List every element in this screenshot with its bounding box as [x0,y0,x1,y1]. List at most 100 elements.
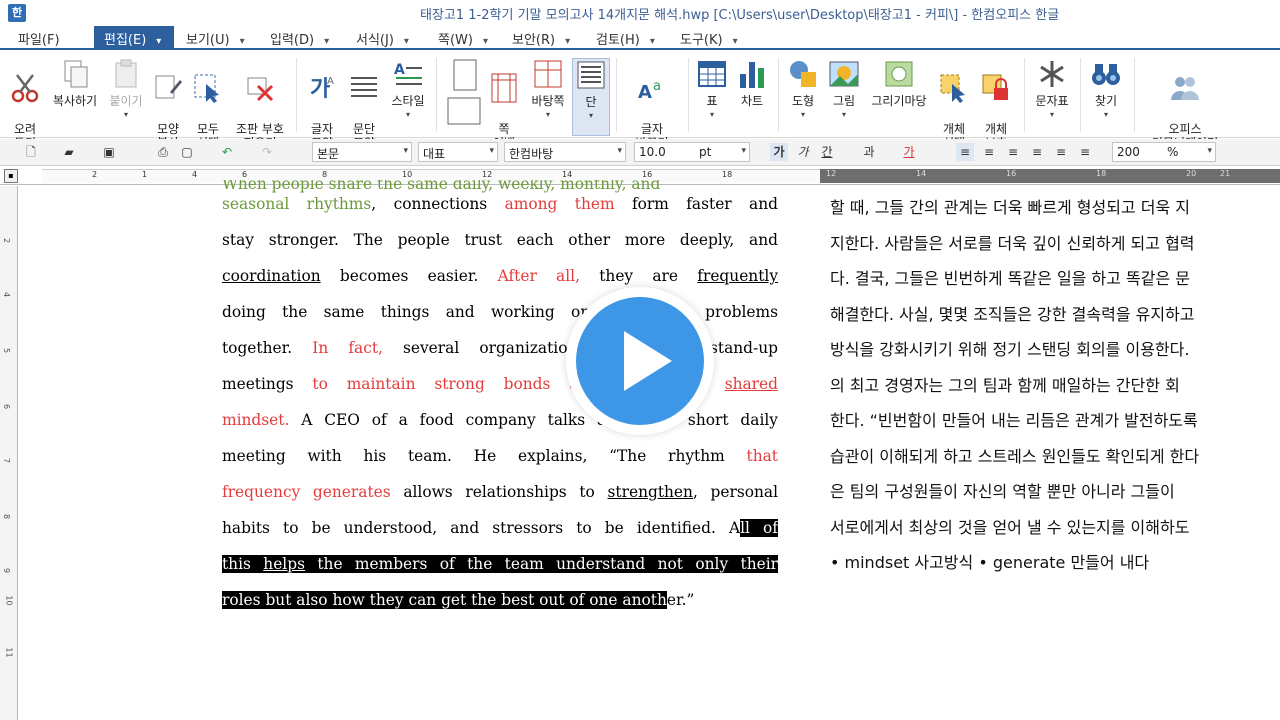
page-orientation-button[interactable] [442,58,482,132]
video-play-button[interactable] [566,287,714,435]
separator [688,58,689,132]
clipart-icon [883,58,915,90]
select-all-button[interactable]: 모두 선택 [190,58,226,150]
font-lang-select[interactable]: 대표 ▾ [418,142,498,162]
people-icon [1169,72,1201,104]
char-shape-button[interactable]: 가A 글자 모양 [302,58,342,150]
ruler-corner[interactable]: ▪ [4,169,18,183]
menu-format[interactable]: 서식(J) ▾ [356,29,409,48]
english-line[interactable]: this helps the members of the team under… [222,546,778,582]
italic-button[interactable]: 가 [794,143,812,161]
text-run: shared [724,375,778,393]
asterisk-icon [1036,58,1068,90]
korean-line[interactable]: 서로에게서 최상의 것을 얻어 낼 수 있는지를 이해하도 [830,510,1280,546]
selected-text: the members of the team understand not o… [304,555,778,573]
menu-security[interactable]: 보안(R) ▾ [512,29,570,48]
format-copy-button[interactable]: 모양 복사 [150,58,186,150]
remove-symbols-button[interactable]: 조판 부호 지우기 [230,58,290,150]
change-char-button[interactable]: Aa 글자 바꾸기 [624,58,680,150]
align-justify-button[interactable]: ≡ [956,143,974,161]
korean-line[interactable]: 은 팀의 구성원들이 자신의 역할 뿐만 아니라 그들이 [830,474,1280,510]
menu-page[interactable]: 쪽(W) ▾ [438,29,488,48]
vocab-line[interactable]: • mindset 사고방식 • generate 만들어 내다 [830,545,1280,581]
office-communicator-button[interactable]: 오피스 커뮤니케이터 [1140,58,1230,150]
english-line[interactable]: frequency generates allows relationships… [222,474,778,510]
korean-line[interactable]: 습관이 이해되게 하고 스트레스 원인들도 확인되게 한다 [830,439,1280,475]
korean-line[interactable]: 의 최고 경영자는 그의 팀과 함께 매일하는 간단한 회 [830,368,1280,404]
preview-icon[interactable]: ▢ [178,143,196,161]
undo-icon[interactable]: ↶ [218,143,236,161]
korean-text-column[interactable]: 할 때, 그들 간의 관계는 더욱 빠르게 형성되고 더욱 지 지한다. 사람들은… [830,190,1280,581]
align-distribute-button[interactable]: ≡ [1052,143,1070,161]
open-folder-icon[interactable]: ▰ [60,143,78,161]
menu-edit[interactable]: 편집(E) ▾ [94,26,174,50]
columns-icon [575,59,607,91]
para-shape-button[interactable]: 문단 모양 [344,58,384,150]
chart-button[interactable]: 차트 [734,58,770,108]
strikethrough-button[interactable]: 과 [860,143,878,161]
style-select[interactable]: 본문 ▾ [312,142,412,162]
hwp-app-icon[interactable]: 한 [8,4,26,22]
ruler-right-column[interactable]: 12 14 16 18 20 21 [820,169,1280,183]
english-line[interactable]: habits to be understood, and stressors t… [222,510,778,546]
table-button[interactable]: 표 ▾ [694,58,730,122]
shape-button[interactable]: 도형 ▾ [786,58,820,122]
english-line[interactable]: stay stronger. The people trust each oth… [222,222,778,258]
paste-button[interactable]: 붙이기 ▾ [106,58,146,122]
cut-button[interactable]: 오려 두기 [6,58,44,150]
page-icon [446,58,481,128]
align-center-button[interactable]: ≡ [1004,143,1022,161]
korean-line[interactable]: 지한다. 사람들은 서로를 더욱 깊이 신뢰하게 되고 협력 [830,226,1280,262]
bold-button[interactable]: 가 [770,143,788,161]
separator [1080,58,1081,132]
format-painter-icon [152,72,184,104]
text-run: mindset. [222,411,290,429]
print-icon[interactable]: ⎙ [154,143,172,161]
menu-file[interactable]: 파일(F) [18,29,60,48]
find-button[interactable]: 찾기 ▾ [1086,58,1126,122]
draw-madang-button[interactable]: 그리기마당 [866,58,932,108]
english-line[interactable]: meeting with his team. He explains, “The… [222,438,778,474]
menu-review[interactable]: 검토(H) ▾ [596,29,655,48]
selected-text: this [222,555,264,573]
align-divide-button[interactable]: ≡ [1076,143,1094,161]
chevron-down-icon: ▾ [239,36,245,47]
copy-button[interactable]: 복사하기 [48,58,102,108]
style-button[interactable]: A 스타일 ▾ [386,58,430,122]
separator [778,58,779,132]
korean-line[interactable]: 한다. “빈번함이 만들어 내는 리듬은 관계가 발전하도록 [830,403,1280,439]
vertical-ruler[interactable]: 2 4 5 6 7 8 9 10 11 [0,186,18,720]
menu-insert[interactable]: 입력(D) ▾ [270,29,329,48]
new-document-icon[interactable]: 🗋 [22,143,40,161]
font-color-button[interactable]: 가 [900,143,918,161]
selected-text: helps [263,555,305,573]
selected-text: ll of [740,519,778,537]
picture-button[interactable]: 그림 ▾ [826,58,862,122]
object-select-button[interactable]: 개체 선택 [936,58,972,150]
chevron-down-icon: ▾ [741,146,746,156]
korean-line[interactable]: 방식을 강화시키기 위해 정기 스탠딩 회의를 이용한다. [830,332,1280,368]
shapes-icon [787,58,819,90]
save-icon[interactable]: ▣ [100,143,118,161]
ribbon-toolbar: 오려 두기 복사하기 붙이기▾ 모양 복사 모두 선택 조판 부호 지우기 가A… [0,52,1280,161]
menu-tools[interactable]: 도구(K) ▾ [680,29,738,48]
korean-line[interactable]: 해결한다. 사실, 몇몇 조직들은 강한 결속력을 유지하고 [830,297,1280,333]
font-size-stepper[interactable]: 10.0 pt ▾ [634,142,750,162]
background-page-button[interactable]: 바탕쪽 ▾ [526,58,570,122]
korean-line[interactable]: 할 때, 그들 간의 관계는 더욱 빠르게 형성되고 더욱 지 [830,190,1280,226]
redo-icon[interactable]: ↷ [258,143,276,161]
zoom-stepper[interactable]: 200% ▾ [1112,142,1216,162]
menu-view[interactable]: 보기(U) ▾ [186,29,245,48]
align-left-button[interactable]: ≡ [980,143,998,161]
underline-button[interactable]: 간 [818,143,836,161]
korean-line[interactable]: 다. 결국, 그들은 빈번하게 똑같은 일을 하고 똑같은 문 [830,261,1280,297]
english-line[interactable]: coordination becomes easier. After all, … [222,258,778,294]
align-right-button[interactable]: ≡ [1028,143,1046,161]
columns-button[interactable]: 단 ▾ [572,58,610,136]
clipboard-icon [110,58,142,90]
play-icon [624,331,672,391]
font-name-select[interactable]: 한컴바탕 ▾ [504,142,626,162]
english-line[interactable]: seasonal rhythms, connections among them… [222,186,778,222]
char-map-button[interactable]: 문자표 ▾ [1030,58,1074,122]
english-line[interactable]: roles but also how they can get the best… [222,582,778,618]
